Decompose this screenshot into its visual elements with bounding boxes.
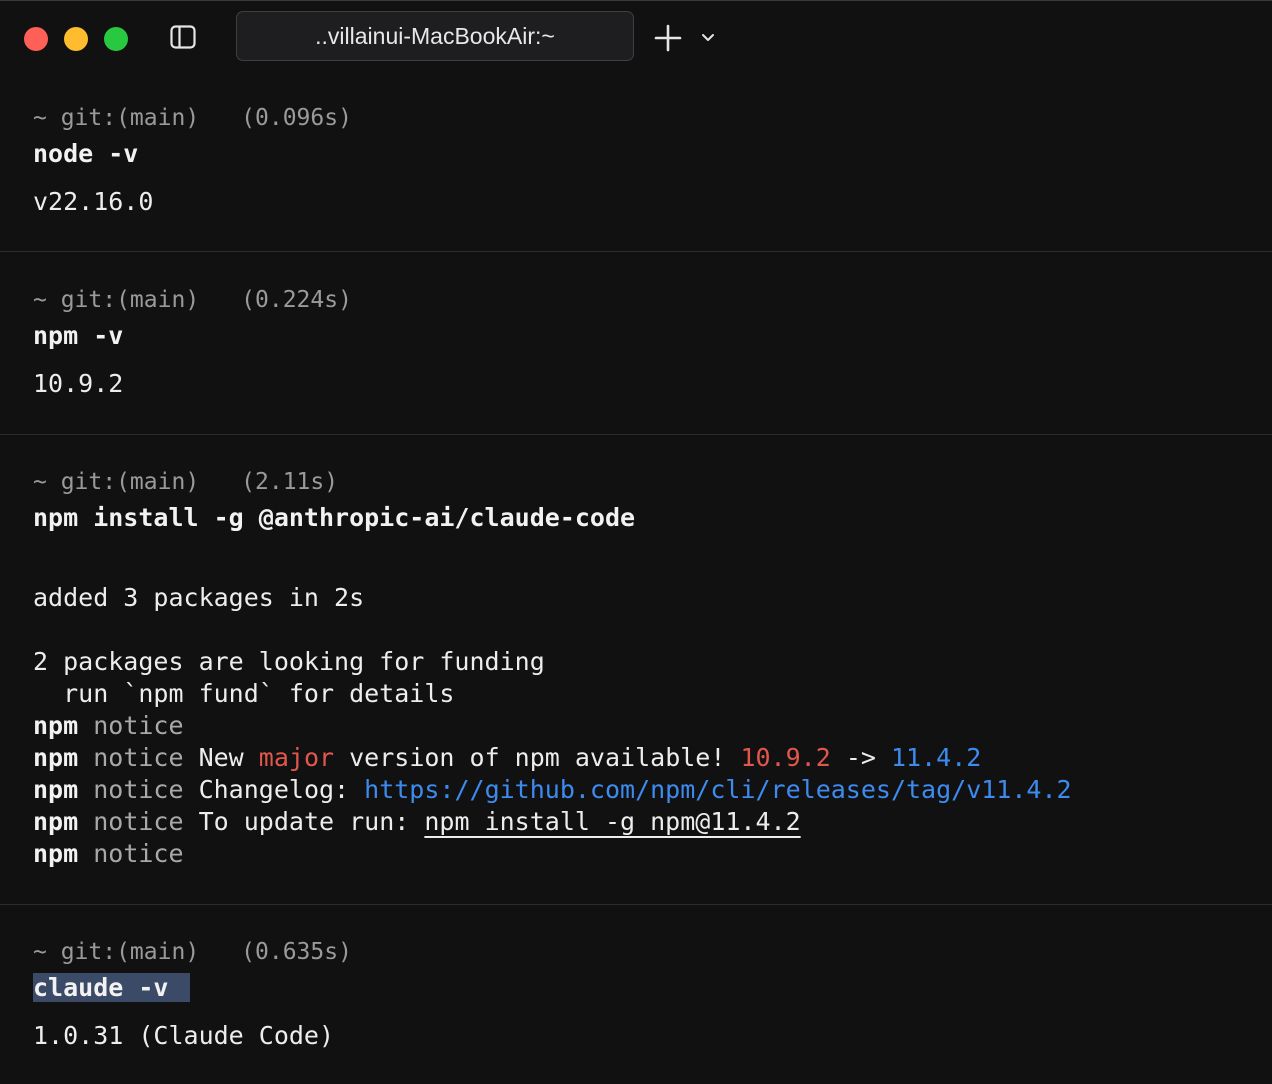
- command-block-node[interactable]: ~ git:(main) (0.096s) node -v v22.16.0: [0, 1, 1272, 252]
- prompt-directory: ~ git:(main): [33, 105, 200, 131]
- command-block-npm-install[interactable]: ~ git:(main) (2.11s) npm install -g @anth…: [0, 435, 1272, 905]
- notice-label: notice: [93, 743, 184, 772]
- notice-text: New: [183, 743, 259, 772]
- npm-notice-changelog: npm notice Changelog: https://github.com…: [33, 774, 1072, 806]
- output-funding-line: 2 packages are looking for funding: [33, 647, 545, 676]
- npm-label: npm: [33, 775, 79, 804]
- command-text[interactable]: node -v: [33, 138, 138, 170]
- output-funding-details: run `npm fund` for details: [33, 679, 455, 708]
- command-duration: (0.096s): [241, 105, 352, 131]
- command-text[interactable]: claude -v: [33, 972, 191, 1004]
- npm-notice-update: npm notice To update run: npm install -g…: [33, 806, 801, 838]
- changelog-link[interactable]: https://github.com/npm/cli/releases/tag/…: [364, 775, 1071, 804]
- command-output: 1.0.31 (Claude Code): [33, 1021, 335, 1050]
- command-block-npm-version[interactable]: ~ git:(main) (0.224s) npm -v 10.9.2: [0, 252, 1272, 435]
- old-version: 10.9.2: [740, 743, 831, 772]
- npm-label: npm: [33, 743, 79, 772]
- notice-label: notice: [93, 807, 184, 836]
- notice-label: notice: [93, 839, 184, 868]
- changelog-label: Changelog:: [183, 775, 365, 804]
- command-output: v22.16.0: [33, 187, 154, 216]
- prompt-directory: ~ git:(main): [33, 287, 200, 313]
- prompt-directory: ~ git:(main): [33, 939, 200, 965]
- prompt-line: ~ git:(main) (0.224s): [33, 284, 352, 316]
- update-command-link[interactable]: npm install -g npm@11.4.2: [424, 807, 800, 836]
- command-text[interactable]: npm install -g @anthropic-ai/claude-code: [33, 502, 635, 534]
- prompt-line: ~ git:(main) (0.096s): [33, 102, 352, 134]
- npm-notice-new-version: npm notice New major version of npm avai…: [33, 742, 981, 774]
- command-duration: (0.635s): [241, 939, 352, 965]
- command-output: 10.9.2: [33, 369, 124, 398]
- notice-text: version of npm available!: [334, 743, 741, 772]
- command-text[interactable]: npm -v: [33, 320, 123, 352]
- npm-label: npm: [33, 839, 79, 868]
- notice-label: notice: [93, 711, 184, 740]
- prompt-line: ~ git:(main) (2.11s): [33, 466, 338, 498]
- prompt-line: ~ git:(main) (0.635s): [33, 936, 352, 968]
- prompt-directory: ~ git:(main): [33, 469, 200, 495]
- command-block-claude[interactable]: ~ git:(main) (0.635s) claude -v 1.0.31 (C…: [0, 905, 1272, 1084]
- npm-label: npm: [33, 807, 79, 836]
- notice-label: notice: [93, 775, 184, 804]
- output-added-packages: added 3 packages in 2s: [33, 583, 365, 612]
- new-version: 11.4.2: [890, 743, 982, 772]
- npm-notice-line: npm notice: [33, 838, 184, 870]
- command-duration: (2.11s): [241, 469, 339, 495]
- terminal-window: ..villainui-MacBookAir:~ ~ git:(main) (0.…: [0, 0, 1272, 1084]
- npm-notice-line: npm notice: [33, 710, 184, 742]
- selected-command[interactable]: claude -v: [33, 973, 191, 1002]
- arrow-text: ->: [830, 743, 891, 772]
- update-label: To update run:: [183, 807, 425, 836]
- major-label: major: [258, 743, 335, 772]
- command-duration: (0.224s): [241, 287, 352, 313]
- npm-label: npm: [33, 711, 79, 740]
